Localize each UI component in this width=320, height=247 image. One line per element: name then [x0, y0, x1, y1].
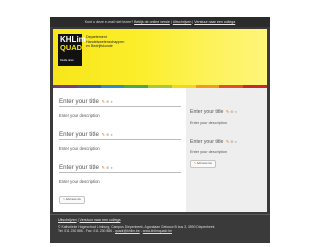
- divider: [59, 172, 181, 173]
- footer-separator: |: [77, 218, 79, 222]
- block-title[interactable]: Enter your title: [190, 139, 223, 145]
- unsubscribe-link[interactable]: Uitschrijven: [173, 20, 192, 24]
- edit-icon[interactable]: ✎: [102, 165, 105, 170]
- delete-icon[interactable]: ●: [110, 99, 112, 104]
- add-icon[interactable]: ⊕: [230, 109, 233, 114]
- edit-icon[interactable]: ✎: [102, 132, 105, 137]
- website-link[interactable]: www.khlimquadr.be: [143, 229, 172, 233]
- block-description[interactable]: Enter your description: [59, 179, 100, 184]
- content-block[interactable]: Enter your title ✎⊕●: [59, 164, 113, 171]
- content-block[interactable]: Enter your title ✎⊕●: [59, 131, 113, 138]
- block-description[interactable]: Enter your description: [190, 121, 227, 126]
- top-bar-text: Kunt u deze e-mail niet lezen?: [84, 20, 134, 24]
- email-link[interactable]: quadr@khlim.be: [115, 229, 140, 233]
- delete-icon[interactable]: ●: [235, 139, 237, 144]
- add-icon[interactable]: ⊕: [230, 139, 233, 144]
- block-title[interactable]: Enter your title: [59, 131, 99, 138]
- block-title[interactable]: Enter your title: [59, 98, 99, 105]
- contact-line: Tel: 011 230 886 - Fax: 011 230 886 - qu…: [58, 229, 172, 234]
- add-icon[interactable]: ⊕: [106, 165, 109, 170]
- block-title[interactable]: Enter your title: [190, 109, 223, 115]
- sidebar-block[interactable]: Enter your title ✎⊕●: [190, 138, 237, 146]
- department-name: Departement Handelswetenschappen en Bedr…: [86, 35, 125, 49]
- edit-icon[interactable]: ✎: [102, 99, 105, 104]
- edit-icon[interactable]: ✎: [226, 139, 229, 144]
- delete-icon[interactable]: ●: [110, 132, 112, 137]
- footer-forward-link[interactable]: Verstuur naar een collega: [80, 218, 121, 222]
- footer-divider: [50, 214, 270, 215]
- footer-address: © Katholieke Hogeschool Limburg, Campus …: [58, 225, 215, 234]
- edit-icon[interactable]: ✎: [226, 109, 229, 114]
- block-description[interactable]: Enter your description: [190, 150, 227, 155]
- delete-icon[interactable]: ●: [235, 109, 237, 114]
- sidebar-block[interactable]: Enter your title ✎⊕●: [190, 108, 237, 116]
- footer-links: Uitschrijven | Verstuur naar een collega: [58, 218, 120, 223]
- email-page: Kunt u deze e-mail niet lezen? Bekijk de…: [50, 17, 270, 243]
- footer-unsubscribe-link[interactable]: Uitschrijven: [58, 218, 77, 222]
- top-bar: Kunt u deze e-mail niet lezen? Bekijk de…: [50, 17, 270, 27]
- add-icon[interactable]: ⊕: [106, 99, 109, 104]
- block-title[interactable]: Enter your title: [59, 164, 99, 171]
- add-icon[interactable]: ⊕: [106, 132, 109, 137]
- add-row-button[interactable]: ✎ Add new row: [190, 160, 216, 168]
- online-version-link[interactable]: Bekijk de online versie: [134, 20, 170, 24]
- block-description[interactable]: Enter your description: [59, 113, 100, 118]
- main-column: Enter your title ✎⊕● Enter your descript…: [53, 88, 183, 212]
- divider: [59, 139, 181, 140]
- forward-colleague-link[interactable]: Verstuur naar een collega: [194, 20, 235, 24]
- header-banner: KHLim QUADR Studie doen Departement Hand…: [53, 29, 267, 85]
- delete-icon[interactable]: ●: [110, 165, 112, 170]
- add-row-button[interactable]: ✎ Add new row: [59, 196, 85, 204]
- divider: [59, 106, 181, 107]
- sidebar-column: Enter your title ✎⊕● Enter your descript…: [186, 88, 267, 212]
- khlim-logo: KHLim QUADR Studie doen: [58, 34, 88, 66]
- block-description[interactable]: Enter your description: [59, 146, 100, 151]
- content-area: Enter your title ✎⊕● Enter your descript…: [53, 88, 267, 212]
- top-bar-separator: |: [170, 20, 172, 24]
- content-block[interactable]: Enter your title ✎⊕●: [59, 98, 113, 105]
